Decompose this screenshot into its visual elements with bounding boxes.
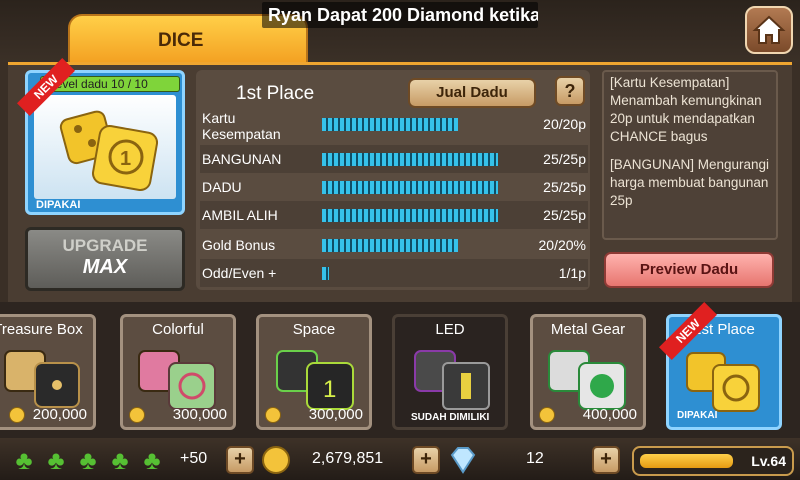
svg-text:1: 1 (323, 376, 336, 403)
clover-icon: ♣ (111, 445, 129, 475)
description-chance: [Kartu Kesempatan] Menambah kemungkinan … (610, 75, 762, 144)
equipped-label: DIPAKAI (36, 199, 81, 211)
stat-label: Odd/Even + (202, 265, 277, 281)
clover-icon: ♣ (79, 445, 97, 475)
stat-label: Gold Bonus (202, 237, 276, 253)
item-price: 300,000 (172, 406, 227, 423)
stat-value: 20/20% (538, 237, 586, 253)
item-name: Metal Gear (550, 321, 626, 338)
item-price: 300,000 (308, 406, 363, 423)
sell-dice-button[interactable]: Jual Dadu (408, 78, 536, 108)
stat-value: 20/20p (543, 116, 586, 132)
stat-value: 25/25p (543, 179, 586, 195)
stat-row: Odd/Even + 1/1p (200, 259, 588, 287)
dice-image (414, 350, 490, 410)
level-progress-bar (640, 454, 733, 468)
home-button[interactable] (745, 6, 793, 54)
stat-row: DADU 25/25p (200, 173, 588, 201)
stat-row: Kartu Kesempatan 20/20p (200, 110, 588, 142)
stat-label: DADU (202, 179, 242, 195)
level-label: Lv.64 (751, 453, 786, 469)
gold-coin-icon (129, 407, 145, 423)
shelf-item-treasure-box[interactable]: Treasure Box 200,000 (0, 314, 96, 430)
upgrade-button[interactable]: UPGRADE MAX (25, 227, 185, 291)
upgrade-label: UPGRADE (62, 236, 148, 255)
add-gold-button[interactable]: + (412, 446, 440, 474)
help-button[interactable]: ? (555, 76, 585, 106)
stat-bar (322, 118, 458, 131)
stat-bar (322, 181, 498, 194)
stat-label: Kartu Kesempatan (202, 110, 281, 142)
item-price: 200,000 (32, 406, 87, 423)
dice-image (686, 352, 760, 412)
shelf-item-space[interactable]: Space 1 300,000 (256, 314, 372, 430)
description-building: [BANGUNAN] Mengurangi harga membuat bang… (610, 157, 770, 208)
item-name: Space (292, 321, 336, 338)
stat-row: Gold Bonus 20/20% (200, 231, 588, 259)
upgrade-max-label: MAX (82, 256, 128, 278)
clover-icon: ♣ (47, 445, 65, 475)
gold-amount: 2,679,851 (312, 450, 384, 467)
gold-coin-icon (9, 407, 25, 423)
announcement-ticker: Ryan Dapat 200 Diamond ketika (262, 2, 538, 28)
item-name: Colorful (152, 321, 204, 338)
selected-dice-image: 1 (34, 95, 176, 199)
clover-icon: ♣ (143, 445, 161, 475)
equipped-label: DIPAKAI (677, 410, 718, 421)
item-name: Treasure Box (0, 321, 83, 338)
shelf-item-metal-gear[interactable]: Metal Gear 400,000 (530, 314, 646, 430)
stat-value: 1/1p (558, 265, 586, 281)
stat-row: BANGUNAN 25/25p (200, 145, 588, 173)
svg-text:1: 1 (120, 148, 131, 170)
gold-coin-icon (262, 446, 290, 474)
dice-name: 1st Place (236, 83, 315, 104)
gold-coin-icon (539, 407, 555, 423)
item-price: 400,000 (582, 406, 637, 423)
stat-bar (322, 209, 498, 222)
diamond-amount: 12 (526, 450, 544, 467)
stat-bar (322, 153, 498, 166)
dice-description: [Kartu Kesempatan] Menambah kemungkinan … (602, 70, 778, 240)
clover-icon: ♣ (15, 445, 33, 475)
diamond-icon (450, 447, 476, 474)
tab-dice-label: DICE (158, 30, 204, 51)
owned-label: SUDAH DIMILIKI (411, 412, 490, 423)
stat-label: BANGUNAN (202, 151, 282, 167)
add-diamond-button[interactable]: + (592, 446, 620, 474)
clover-bonus: +50 (180, 450, 208, 467)
gold-coin-icon (265, 407, 281, 423)
shelf-item-led[interactable]: LED SUDAH DIMILIKI (392, 314, 508, 430)
stat-value: 25/25p (543, 207, 586, 223)
stat-label: AMBIL ALIH (202, 207, 278, 223)
home-icon (752, 15, 786, 44)
level-indicator: Lv.64 (632, 446, 794, 476)
stat-row: AMBIL ALIH 25/25p (200, 201, 588, 229)
item-name: LED (435, 321, 465, 338)
stat-value: 25/25p (543, 151, 586, 167)
preview-dice-button[interactable]: Preview Dadu (604, 252, 774, 288)
add-clover-button[interactable]: + (226, 446, 254, 474)
stat-bar (322, 239, 458, 252)
shelf-item-colorful[interactable]: Colorful 300,000 (120, 314, 236, 430)
stat-bar (322, 267, 329, 280)
